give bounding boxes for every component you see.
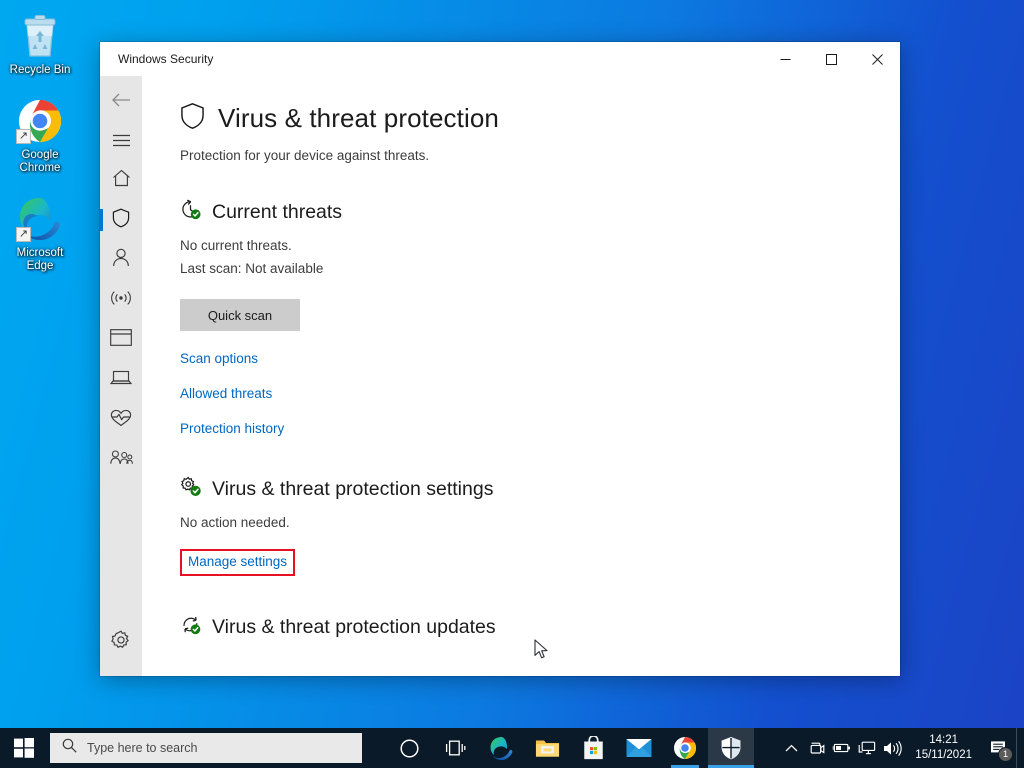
search-input[interactable]: Type here to search bbox=[50, 733, 362, 763]
system-tray: 14:21 15/11/2021 1 bbox=[779, 728, 1024, 768]
heart-pulse-icon bbox=[110, 409, 132, 432]
microsoft-edge-icon[interactable] bbox=[478, 728, 524, 768]
window-titlebar: Windows Security bbox=[100, 42, 900, 76]
notification-count-badge: 1 bbox=[998, 747, 1013, 762]
window-body: Virus & threat protection Protection for… bbox=[100, 76, 900, 676]
microsoft-edge-icon: ↗ bbox=[16, 195, 64, 243]
page-subtitle: Protection for your device against threa… bbox=[180, 148, 430, 163]
desktop-icon-label: Microsoft Edge bbox=[16, 247, 64, 272]
section-title: Current threats bbox=[212, 200, 343, 223]
person-icon bbox=[112, 248, 130, 272]
sidebar-item-firewall-network-protection[interactable] bbox=[100, 280, 142, 320]
section-header: Current threats bbox=[180, 199, 900, 225]
mail-icon[interactable] bbox=[616, 728, 662, 768]
desktop-icon-label: Google Chrome bbox=[19, 149, 61, 174]
search-placeholder: Type here to search bbox=[87, 741, 198, 755]
app-window-icon bbox=[110, 329, 132, 351]
wifi-icon bbox=[110, 290, 132, 311]
shortcut-arrow-icon: ↗ bbox=[16, 227, 31, 242]
home-icon bbox=[112, 169, 131, 192]
section-header: Virus & threat protection settings bbox=[180, 476, 900, 502]
show-hidden-icons-chevron[interactable] bbox=[779, 728, 804, 768]
sidebar-item-settings[interactable] bbox=[100, 622, 142, 662]
shortcut-arrow-icon: ↗ bbox=[16, 129, 31, 144]
settings-status: No action needed. bbox=[180, 515, 290, 530]
back-arrow-icon[interactable] bbox=[100, 80, 142, 120]
google-chrome-icon[interactable] bbox=[662, 728, 708, 768]
clock-date: 15/11/2021 bbox=[915, 749, 972, 761]
page-header: Virus & threat protection bbox=[180, 102, 900, 135]
desktop-icon-google-chrome[interactable]: ↗ Google Chrome bbox=[0, 91, 80, 179]
sidebar-item-account-protection[interactable] bbox=[100, 240, 142, 280]
laptop-icon bbox=[109, 370, 133, 391]
sidebar-item-device-performance-health[interactable] bbox=[100, 400, 142, 440]
family-icon bbox=[109, 449, 133, 471]
history-check-icon bbox=[180, 199, 201, 225]
shield-icon bbox=[180, 102, 205, 135]
onedrive-icon[interactable] bbox=[804, 728, 829, 768]
sidebar-item-virus-threat-protection[interactable] bbox=[100, 200, 142, 240]
current-threats-links: Scan options Allowed threats Protection … bbox=[180, 351, 900, 436]
volume-icon[interactable] bbox=[879, 728, 907, 768]
navigation-sidebar bbox=[100, 76, 142, 676]
show-desktop-button[interactable] bbox=[1016, 728, 1024, 768]
sidebar-item-device-security[interactable] bbox=[100, 360, 142, 400]
desktop-icons: Recycle Bin ↗ Google Chrome ↗ Microsoft … bbox=[0, 6, 80, 287]
file-explorer-icon[interactable] bbox=[524, 728, 570, 768]
cortana-icon[interactable] bbox=[386, 728, 432, 768]
battery-icon[interactable] bbox=[829, 728, 854, 768]
desktop-icon-recycle-bin[interactable]: Recycle Bin bbox=[0, 6, 80, 81]
mouse-cursor bbox=[534, 639, 549, 666]
windows-security-icon[interactable] bbox=[708, 728, 754, 768]
protection-history-link[interactable]: Protection history bbox=[180, 421, 900, 436]
quick-scan-button[interactable]: Quick scan bbox=[180, 299, 300, 331]
section-virus-threat-protection-settings: Virus & threat protection settings No ac… bbox=[180, 476, 900, 576]
hamburger-menu-icon[interactable] bbox=[100, 120, 142, 160]
manage-settings-highlight: Manage settings bbox=[180, 549, 296, 576]
section-title: Virus & threat protection updates bbox=[212, 615, 496, 638]
search-icon bbox=[62, 738, 77, 758]
section-current-threats: Current threats No current threats. Last… bbox=[180, 199, 900, 436]
last-scan-status: Last scan: Not available bbox=[180, 261, 324, 276]
main-content: Virus & threat protection Protection for… bbox=[142, 76, 900, 676]
start-button[interactable] bbox=[0, 728, 48, 768]
allowed-threats-link[interactable]: Allowed threats bbox=[180, 386, 900, 401]
refresh-check-icon bbox=[180, 614, 201, 640]
action-center-button[interactable]: 1 bbox=[982, 728, 1016, 768]
section-title: Virus & threat protection settings bbox=[212, 477, 494, 500]
shield-icon bbox=[112, 208, 130, 233]
clock-time: 14:21 bbox=[929, 734, 959, 746]
page-title: Virus & threat protection bbox=[218, 103, 499, 133]
google-chrome-icon: ↗ bbox=[16, 97, 64, 145]
sidebar-item-home[interactable] bbox=[100, 160, 142, 200]
taskbar: Type here to search 14:21 15/11/2021 1 bbox=[0, 728, 1024, 768]
gear-check-icon bbox=[180, 476, 201, 502]
desktop-icon-label: Recycle Bin bbox=[9, 64, 71, 76]
clock[interactable]: 14:21 15/11/2021 bbox=[907, 728, 982, 768]
window-title: Windows Security bbox=[118, 52, 214, 66]
gear-icon bbox=[111, 629, 131, 655]
sidebar-item-family-options[interactable] bbox=[100, 440, 142, 480]
network-icon[interactable] bbox=[854, 728, 879, 768]
section-virus-threat-protection-updates: Virus & threat protection updates bbox=[180, 614, 900, 640]
desktop-icon-microsoft-edge[interactable]: ↗ Microsoft Edge bbox=[0, 189, 80, 277]
close-button[interactable] bbox=[854, 42, 900, 76]
windows-security-window: Windows Security Virus & threat protecti… bbox=[100, 42, 900, 676]
microsoft-store-icon[interactable] bbox=[570, 728, 616, 768]
scan-options-link[interactable]: Scan options bbox=[180, 351, 900, 366]
manage-settings-link[interactable]: Manage settings bbox=[188, 554, 287, 569]
recycle-bin-icon bbox=[16, 12, 64, 60]
task-view-icon[interactable] bbox=[432, 728, 478, 768]
section-header: Virus & threat protection updates bbox=[180, 614, 900, 640]
maximize-button[interactable] bbox=[808, 42, 854, 76]
current-threats-status: No current threats. bbox=[180, 238, 292, 253]
minimize-button[interactable] bbox=[762, 42, 808, 76]
sidebar-item-app-browser-control[interactable] bbox=[100, 320, 142, 360]
